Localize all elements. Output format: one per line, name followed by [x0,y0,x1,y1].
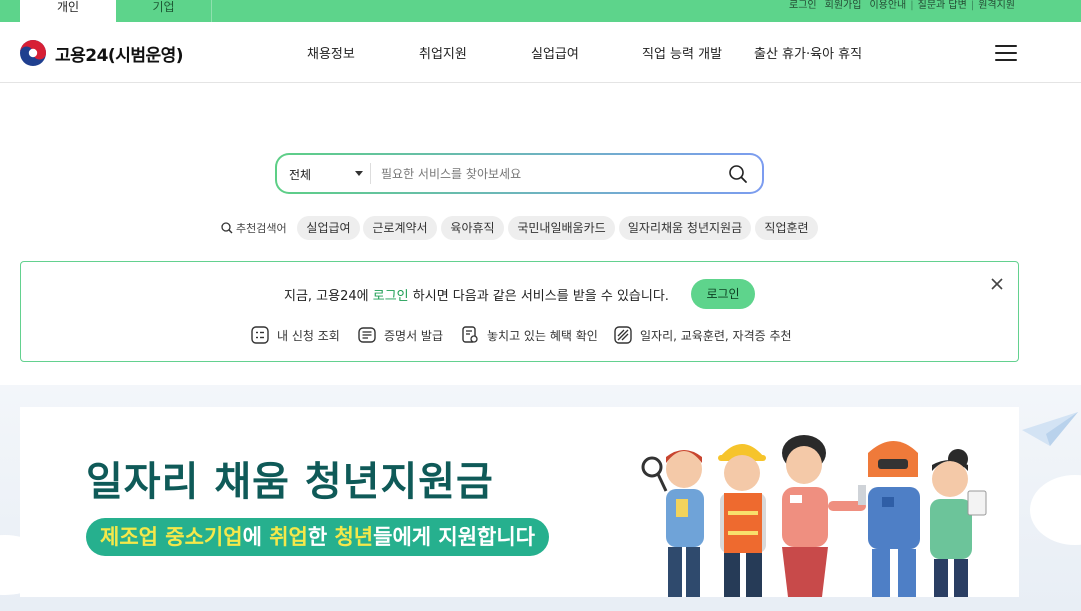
utility-links: 로그인 회원가입 이용안내 | 질문과 답변 | 원격지원 [785,0,1019,12]
search-input[interactable] [381,160,711,188]
qna-link[interactable]: 질문과 답변 [914,0,971,12]
tab-personal[interactable]: 개인 [20,0,116,22]
workers-illustration [641,435,987,597]
banner-text: 에 [242,525,270,549]
keywords-label-text: 추천검색어 [236,222,287,235]
keyword-chip[interactable]: 직업훈련 [755,216,818,240]
worker-illustration-4 [868,441,920,597]
worker-illustration-2 [718,444,766,597]
service-missed-benefits[interactable]: 놓치고 있는 혜택 확인 [461,326,598,344]
banner-text: 한 [307,525,335,549]
document-search-icon [462,326,478,343]
hamburger-icon[interactable] [995,45,1017,62]
site-brand[interactable]: 고용24(시범운영) [55,41,184,66]
keyword-chip[interactable]: 실업급여 [297,216,360,240]
login-button[interactable]: 로그인 [691,279,755,309]
tab-business[interactable]: 기업 [116,0,212,22]
login-link[interactable]: 로그인 [785,0,821,12]
service-label: 내 신청 조회 [277,328,340,343]
taegeuk-logo-icon[interactable] [20,40,46,66]
nav-unemployment-benefit[interactable]: 실업급여 [531,43,579,62]
search-divider [370,163,371,184]
service-label: 증명서 발급 [384,328,444,343]
service-certificate[interactable]: 증명서 발급 [358,326,443,344]
recommended-keywords-label: 추천검색어 [221,220,287,236]
keyword-chip[interactable]: 일자리채움 청년지원금 [619,216,751,240]
nav-vocational-training[interactable]: 직업 능력 개발 [642,43,722,62]
banner-highlight: 제조업 중소기업 [100,525,243,549]
keyword-chip[interactable]: 육아휴직 [441,216,504,240]
cloud-decoration [1030,475,1081,545]
notice-text-part: 지금, 고용24에 [284,289,373,304]
worker-illustration-3 [782,435,866,597]
nav-employment-support[interactable]: 취업지원 [419,43,467,62]
certificate-icon [358,327,376,343]
banner-subtitle: 제조업 중소기업에 취업한 청년들에게 지원합니다 [86,518,549,556]
banner-highlight: 취업 [269,525,308,549]
chevron-down-icon[interactable] [355,171,363,176]
login-notice-panel: 지금, 고용24에 로그인 하시면 다음과 같은 서비스를 받을 수 있습니다.… [20,261,1019,362]
keyword-chip[interactable]: 근로계약서 [363,216,437,240]
recommend-icon [614,326,632,344]
remote-support-link[interactable]: 원격지원 [974,0,1019,12]
top-utility-bar: 개인 기업 로그인 회원가입 이용안내 | 질문과 답변 | 원격지원 [0,0,1081,22]
keyword-chip[interactable]: 국민내일배움카드 [508,216,615,240]
site-header: 고용24(시범운영) 채용정보 취업지원 실업급여 직업 능력 개발 출산 휴가… [0,22,1081,83]
search-box: 전체 [275,153,764,194]
service-recommendations[interactable]: 일자리, 교육훈련, 자격증 추천 [614,326,792,344]
banner-text: 들에게 지원합니다 [373,525,535,549]
search-scope-select[interactable]: 전체 [289,166,311,183]
banner-title: 일자리 채움 청년지원금 [86,459,494,505]
signup-link[interactable]: 회원가입 [821,0,866,12]
nav-parental-leave[interactable]: 출산 휴가·육아 휴직 [754,43,862,62]
login-notice-text: 지금, 고용24에 로그인 하시면 다음과 같은 서비스를 받을 수 있습니다. [284,285,669,304]
list-check-icon [251,326,269,344]
paper-plane-icon [1022,412,1078,446]
promo-banner[interactable]: 일자리 채움 청년지원금 제조업 중소기업에 취업한 청년들에게 지원합니다 [20,407,1019,597]
search-icon[interactable] [728,164,748,184]
notice-text-part: 하시면 다음과 같은 서비스를 받을 수 있습니다. [408,289,669,304]
worker-illustration-5 [930,449,987,597]
service-label: 놓치고 있는 혜택 확인 [487,328,598,343]
search-small-icon [221,222,233,234]
banner-highlight: 청년 [334,525,374,549]
close-icon[interactable] [989,276,1005,292]
service-my-applications[interactable]: 내 신청 조회 [251,326,340,344]
service-label: 일자리, 교육훈련, 자격증 추천 [640,328,792,343]
guide-link[interactable]: 이용안내 [865,0,910,12]
notice-login-highlight: 로그인 [372,289,409,304]
nav-job-info[interactable]: 채용정보 [307,43,355,62]
worker-illustration-1 [641,450,704,597]
